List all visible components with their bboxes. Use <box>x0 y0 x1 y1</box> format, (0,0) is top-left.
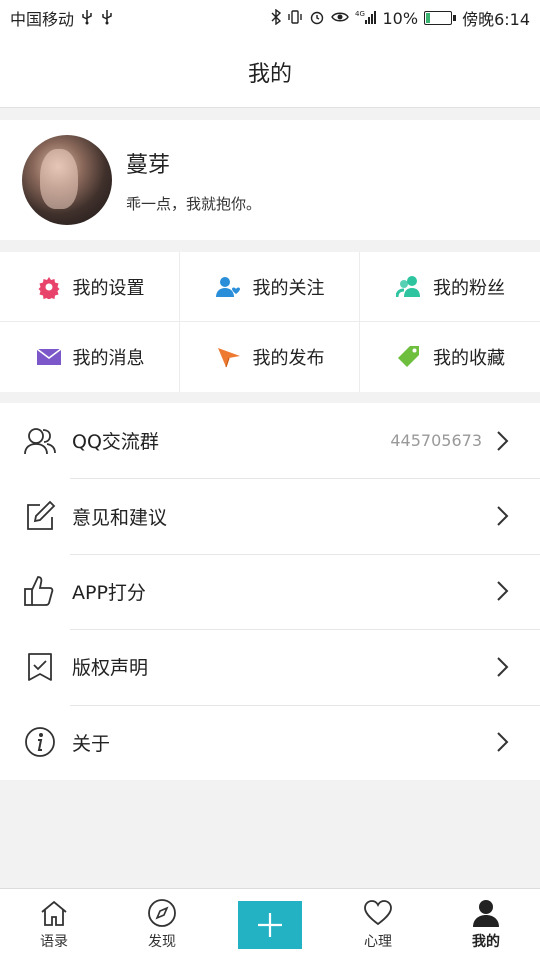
tab-psychology[interactable]: 心理 <box>324 898 432 951</box>
grid-item-label: 我的粉丝 <box>433 277 505 299</box>
grid-item-label: 我的设置 <box>72 277 145 299</box>
grid-item-fans[interactable]: 我的粉丝 <box>360 252 540 322</box>
settings-list: QQ交流群 445705673 意见和建议 APP打分 版权声明 关于 <box>0 403 540 780</box>
compass-icon <box>147 898 177 928</box>
home-icon <box>39 898 69 928</box>
list-item-qq-group[interactable]: QQ交流群 445705673 <box>0 403 540 478</box>
bookmark-check-icon <box>22 649 58 685</box>
list-item-label: QQ交流群 <box>72 431 159 454</box>
profile-text: 蔓芽 乖一点，我就抱你。 <box>126 147 261 214</box>
users-icon <box>395 273 423 301</box>
qq-group-number: 445705673 <box>390 431 482 451</box>
chevron-right-icon <box>492 580 514 602</box>
bottom-tab-bar: 语录 发现 心理 我的 <box>0 888 540 960</box>
usb-icon <box>100 9 114 28</box>
username: 蔓芽 <box>126 152 171 178</box>
heart-icon <box>363 898 393 928</box>
tab-quotes[interactable]: 语录 <box>0 898 108 951</box>
status-right: 4G 10% 傍晚6:14 <box>271 6 530 30</box>
list-item-label: APP打分 <box>72 581 146 604</box>
list-item-rate-app[interactable]: APP打分 <box>0 553 540 629</box>
chevron-right-icon <box>492 731 514 753</box>
list-item-label: 版权声明 <box>72 657 149 680</box>
chevron-right-icon <box>492 505 514 527</box>
signal-icon: 4G <box>355 9 377 28</box>
status-bar: 中国移动 4G 10% 傍晚6:14 <box>0 0 540 36</box>
vibrate-icon <box>287 9 303 28</box>
tag-icon <box>395 343 423 371</box>
thumbs-up-icon <box>22 573 58 609</box>
chat-users-icon <box>22 423 58 459</box>
clock: 傍晚6:14 <box>462 10 530 29</box>
grid-item-messages[interactable]: 我的消息 <box>0 322 180 392</box>
grid-item-following[interactable]: 我的关注 <box>180 252 360 322</box>
avatar[interactable] <box>22 135 112 225</box>
list-item-label: 意见和建议 <box>72 506 168 529</box>
grid-item-label: 我的消息 <box>72 348 145 369</box>
list-item-about[interactable]: 关于 <box>0 704 540 780</box>
user-heart-icon <box>215 273 243 301</box>
battery-percent: 10% <box>382 8 419 28</box>
add-button[interactable] <box>238 900 302 949</box>
list-item-copyright[interactable]: 版权声明 <box>0 629 540 704</box>
grid-item-posts[interactable]: 我的发布 <box>180 322 360 392</box>
chevron-right-icon <box>492 656 514 678</box>
plus-icon <box>258 912 282 937</box>
chevron-right-icon <box>492 430 514 452</box>
list-item-feedback[interactable]: 意见和建议 <box>0 478 540 553</box>
grid-item-label: 我的关注 <box>252 277 325 299</box>
bluetooth-icon <box>271 8 281 28</box>
usb-icon <box>80 9 94 28</box>
eye-icon <box>330 9 349 28</box>
tab-label: 心理 <box>364 934 392 950</box>
status-left: 中国移动 <box>10 6 114 30</box>
envelope-icon <box>35 343 63 371</box>
grid-item-label: 我的收藏 <box>433 348 505 369</box>
carrier-label: 中国移动 <box>10 10 75 29</box>
edit-icon <box>22 498 58 534</box>
gear-icon <box>35 273 63 301</box>
grid-item-favorites[interactable]: 我的收藏 <box>360 322 540 392</box>
signature: 乖一点，我就抱你。 <box>126 194 262 213</box>
grid-item-label: 我的发布 <box>252 348 325 369</box>
tab-label: 语录 <box>40 934 68 950</box>
grid-item-settings[interactable]: 我的设置 <box>0 252 180 322</box>
page-header: 我的 <box>0 36 540 108</box>
person-icon <box>471 898 501 928</box>
list-item-label: 关于 <box>72 732 111 755</box>
info-icon <box>22 724 58 760</box>
profile-card[interactable]: 蔓芽 乖一点，我就抱你。 <box>0 120 540 240</box>
tab-discover[interactable]: 发现 <box>108 898 216 951</box>
paper-plane-icon <box>215 343 243 371</box>
alarm-icon <box>309 9 325 28</box>
svg-text:4G: 4G <box>355 10 365 18</box>
shortcut-grid: 我的设置 我的关注 我的粉丝 我的消息 我的发布 我的收藏 <box>0 252 540 392</box>
battery-icon <box>424 11 457 25</box>
tab-label: 发现 <box>148 934 176 950</box>
tab-label: 我的 <box>472 934 500 950</box>
tab-mine[interactable]: 我的 <box>432 898 540 951</box>
page-title: 我的 <box>247 61 292 87</box>
tab-add[interactable] <box>216 900 324 949</box>
